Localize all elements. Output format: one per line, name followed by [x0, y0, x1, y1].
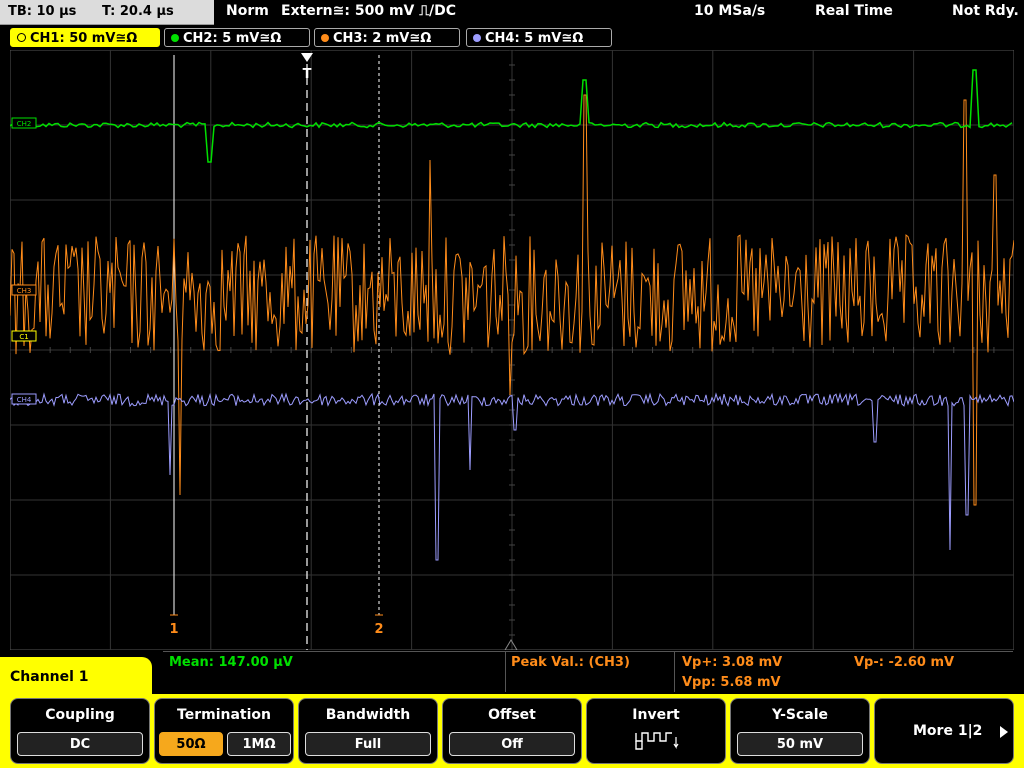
vp-plus-measurement: Vp+: 3.08 mV [682, 655, 783, 670]
ch4-tag-label: CH4 [17, 396, 32, 404]
invert-title: Invert [632, 707, 680, 723]
dot-icon [171, 34, 179, 42]
arrow-right-icon [1000, 726, 1008, 738]
tab-ch4-label: CH4: 5 mV≅Ω [485, 31, 584, 46]
top-status-bar: TB: 10 µs T: 20.4 µs Norm Extern≅: 500 m… [0, 0, 1024, 26]
tab-ch3[interactable]: CH3: 2 mV≅Ω [314, 28, 460, 47]
measurement-panel: Mean: 147.00 µV Peak Val.: (CH3) Vp+: 3.… [163, 651, 1013, 692]
tab-ch2-label: CH2: 5 mV≅Ω [183, 31, 282, 46]
invert-wave-icon [635, 732, 679, 750]
coupling-key[interactable]: Coupling DC [10, 698, 150, 764]
dot-icon [321, 34, 329, 42]
circle-icon [17, 33, 26, 42]
y-scale-value[interactable]: 50 mV [737, 732, 863, 756]
termination-key[interactable]: Termination 50Ω 1MΩ [154, 698, 294, 764]
offset-title: Offset [488, 707, 536, 723]
ch3-tag-label: CH3 [17, 287, 32, 295]
mean-measurement[interactable]: Mean: 147.00 µV [169, 655, 293, 670]
meas-divider [674, 652, 675, 692]
bandwidth-key[interactable]: Bandwidth Full [298, 698, 438, 764]
y-scale-title: Y-Scale [771, 707, 828, 723]
trigger-mode[interactable]: Norm [226, 3, 269, 19]
trigger-marker-label: T [303, 67, 312, 82]
tab-ch1[interactable]: CH1: 50 mV≅Ω [10, 28, 160, 47]
coupling-title: Coupling [45, 707, 115, 723]
menu-title: Channel 1 [0, 657, 152, 697]
position-marker-icon [504, 639, 518, 651]
vp-minus-measurement: Vp-: -2.60 mV [854, 655, 955, 670]
vpp-measurement: Vpp: 5.68 mV [682, 675, 781, 690]
tab-ch3-label: CH3: 2 mV≅Ω [333, 31, 432, 46]
timebase-label: TB: 10 µs [8, 4, 77, 19]
tab-ch4[interactable]: CH4: 5 mV≅Ω [466, 28, 612, 47]
offset-value[interactable]: Off [449, 732, 575, 756]
acquisition-mode: Real Time [815, 3, 893, 19]
tab-ch1-label: CH1: 50 mV≅Ω [30, 31, 138, 46]
ch1-tag-label: C1 [19, 333, 28, 341]
bandwidth-title: Bandwidth [325, 707, 411, 723]
timebase-box[interactable]: TB: 10 µs T: 20.4 µs [0, 0, 214, 25]
termination-title: Termination [177, 707, 271, 723]
cursor-1-label[interactable]: 1 [169, 622, 178, 637]
offset-key[interactable]: Offset Off [442, 698, 582, 764]
trigger-status: Not Rdy. [952, 3, 1019, 19]
peak-measurement-label[interactable]: Peak Val.: (CH3) [511, 655, 630, 670]
termination-1m-ohm[interactable]: 1MΩ [227, 732, 291, 756]
meas-divider [505, 652, 506, 692]
dot-icon [473, 34, 481, 42]
trigger-position-label: T: 20.4 µs [102, 4, 174, 19]
ch2-tag-label: CH2 [17, 120, 32, 128]
more-key[interactable]: More 1|2 [874, 698, 1014, 764]
bandwidth-value[interactable]: Full [305, 732, 431, 756]
trigger-source[interactable]: Extern≅: 500 mV ⎍/DC [281, 3, 456, 19]
termination-50-ohm[interactable]: 50Ω [159, 732, 223, 756]
coupling-value[interactable]: DC [17, 732, 143, 756]
more-label: More 1|2 [913, 723, 983, 739]
invert-key[interactable]: Invert [586, 698, 726, 764]
waveform-canvas: T CH2 CH3 C1 CH4 1 2 [9, 49, 1015, 651]
cursor-2-label[interactable]: 2 [374, 622, 383, 637]
y-scale-key[interactable]: Y-Scale 50 mV [730, 698, 870, 764]
waveform-display[interactable]: T CH2 CH3 C1 CH4 1 2 [9, 49, 1015, 651]
trace-ch2 [9, 69, 1013, 163]
tab-ch2[interactable]: CH2: 5 mV≅Ω [164, 28, 310, 47]
sample-rate: 10 MSa/s [694, 3, 766, 19]
